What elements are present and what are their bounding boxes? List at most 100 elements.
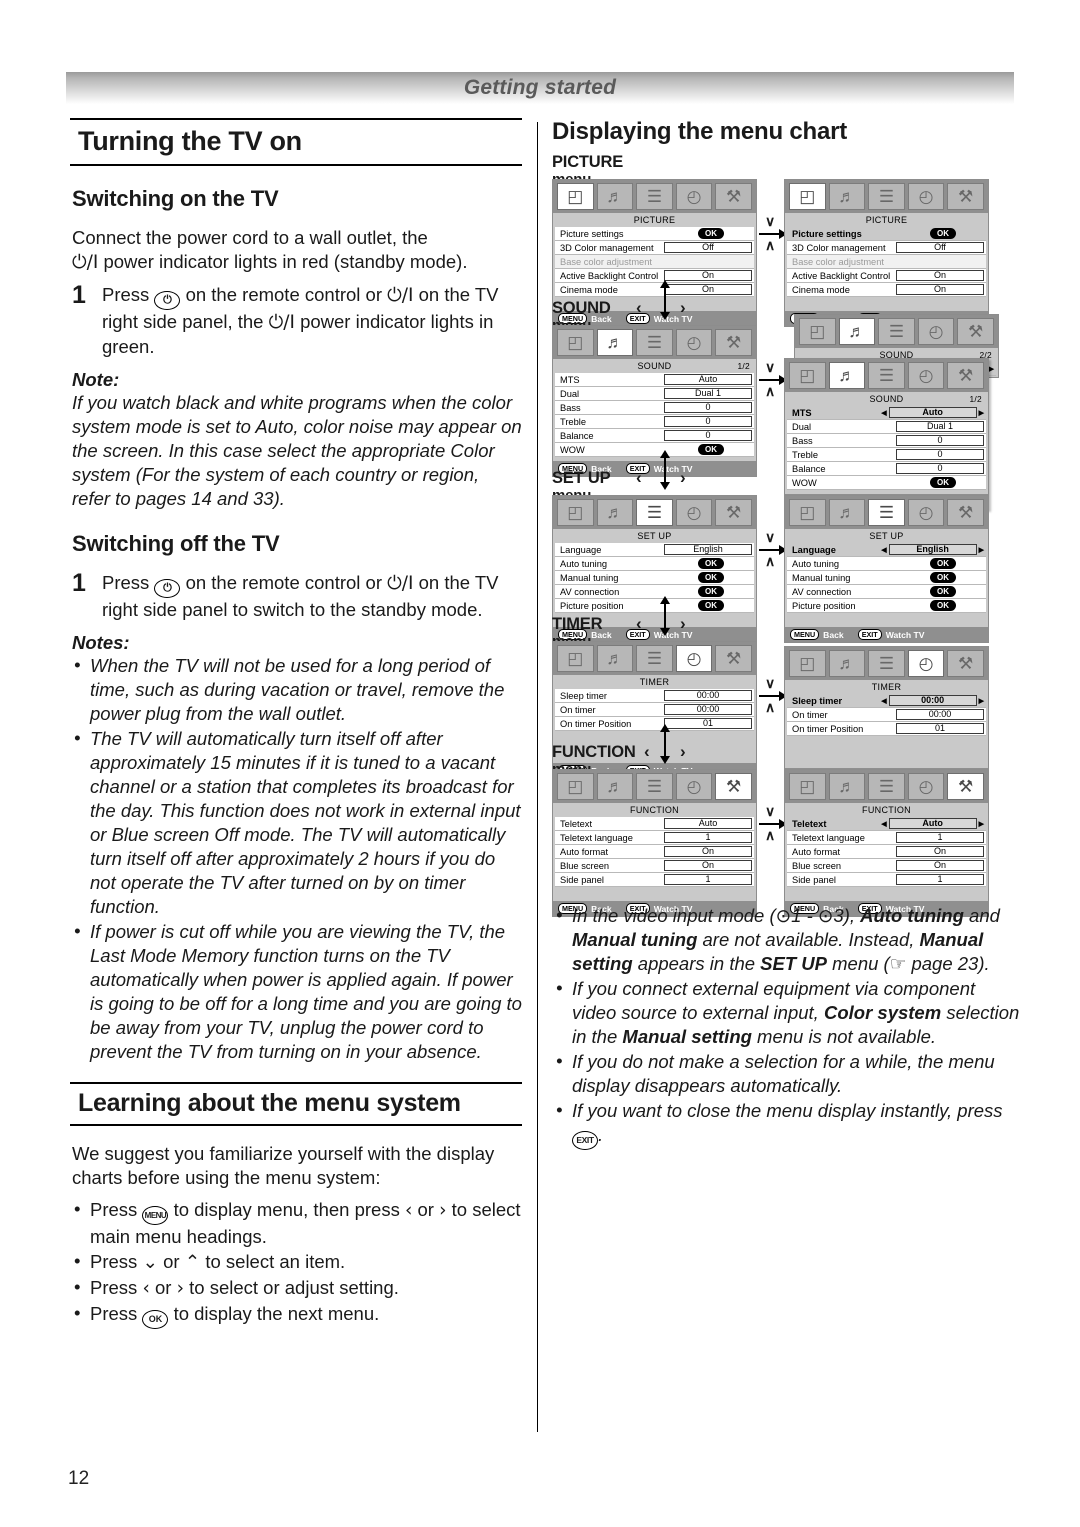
chevron-right-icon[interactable]: ▶ <box>979 820 984 828</box>
nav-right-icon[interactable]: › <box>680 298 686 318</box>
osd-row-value[interactable]: 0 <box>664 402 752 413</box>
osd-row-value[interactable]: On <box>664 846 752 857</box>
osd-ok-badge[interactable]: OK <box>698 600 724 611</box>
picture-icon[interactable]: ◰ <box>789 499 826 526</box>
osd-menu-row[interactable]: Picture position OK <box>787 599 986 613</box>
nav-up-icon[interactable]: ∧ <box>765 384 775 398</box>
osd-menu-row[interactable]: Teletext Auto <box>555 817 754 831</box>
osd-row-value[interactable]: Auto <box>888 407 977 418</box>
osd-ok-badge[interactable]: OK <box>930 572 956 583</box>
function-icon[interactable]: ⚒ <box>947 362 984 389</box>
osd-ok-badge[interactable]: OK <box>930 600 956 611</box>
nav-down-icon[interactable]: ∨ <box>765 676 775 690</box>
osd-row-value[interactable]: 00:00 <box>896 709 984 720</box>
osd-menu-row[interactable]: Bass 0 <box>555 401 754 415</box>
function-icon[interactable]: ⚒ <box>947 183 984 210</box>
osd-row-value[interactable]: 1 <box>896 832 984 843</box>
timer-icon[interactable]: ◴ <box>675 329 713 356</box>
picture-icon[interactable]: ◰ <box>557 645 594 672</box>
nav-up-icon[interactable]: ∧ <box>765 554 775 568</box>
osd-menu-row[interactable]: Treble 0 <box>787 448 986 462</box>
function-icon[interactable]: ⚒ <box>715 499 752 526</box>
osd-menu-row[interactable]: Auto format On <box>787 845 986 859</box>
nav-up-icon[interactable]: ∧ <box>765 828 775 842</box>
chevron-right-icon[interactable]: ▶ <box>979 409 984 417</box>
osd-ok-badge[interactable]: OK <box>698 558 724 569</box>
osd-menu-row[interactable]: Dual Dual 1 <box>787 420 986 434</box>
sound-icon[interactable]: ♬ <box>828 773 866 800</box>
picture-icon[interactable]: ◰ <box>557 329 594 356</box>
setup-icon[interactable]: ☰ <box>636 499 673 526</box>
osd-ok-badge[interactable]: OK <box>930 558 956 569</box>
osd-menu-row[interactable]: Auto format On <box>555 845 754 859</box>
osd-row-value[interactable]: On <box>664 860 752 871</box>
osd-menu-row[interactable]: Picture settings OK <box>787 227 986 241</box>
osd-row-value[interactable]: Dual 1 <box>664 388 752 399</box>
osd-ok-badge[interactable]: OK <box>698 228 724 239</box>
osd-row-value[interactable]: On <box>896 860 984 871</box>
osd-menu-row[interactable]: Picture settings OK <box>555 227 754 241</box>
osd-menu-row[interactable]: Manual tuning OK <box>555 571 754 585</box>
setup-icon[interactable]: ☰ <box>636 183 673 210</box>
osd-row-value[interactable]: Off <box>896 242 984 253</box>
osd-menu-row[interactable]: Balance 0 <box>555 429 754 443</box>
osd-menu-row[interactable]: 3D Color management Off <box>787 241 986 255</box>
osd-row-value[interactable]: On <box>896 270 984 281</box>
osd-menu-row[interactable]: On timer 00:00 <box>787 708 986 722</box>
timer-icon[interactable]: ◴ <box>907 773 945 800</box>
osd-menu-row[interactable]: Blue screen On <box>787 859 986 873</box>
nav-down-icon[interactable]: ∨ <box>765 360 775 374</box>
setup-icon[interactable]: ☰ <box>636 645 673 672</box>
osd-row-value[interactable]: On <box>664 284 752 295</box>
setup-icon[interactable]: ☰ <box>636 329 673 356</box>
osd-menu-row[interactable]: Sleep timer ◀ 00:00 ▶ <box>787 694 986 708</box>
picture-icon[interactable]: ◰ <box>789 650 826 677</box>
osd-row-value[interactable]: Auto <box>664 374 752 385</box>
nav-down-icon[interactable]: ∨ <box>765 804 775 818</box>
osd-menu-row[interactable]: Language English <box>555 543 754 557</box>
timer-icon[interactable]: ◴ <box>907 362 945 389</box>
nav-right-icon[interactable]: › <box>680 614 686 634</box>
function-icon[interactable]: ⚒ <box>957 318 994 345</box>
sound-icon[interactable]: ♬ <box>838 318 876 345</box>
osd-menu-row[interactable]: AV connection OK <box>555 585 754 599</box>
osd-row-value[interactable]: 0 <box>896 435 984 446</box>
sound-icon[interactable]: ♬ <box>828 362 866 389</box>
osd-menu-row[interactable]: Picture position OK <box>555 599 754 613</box>
osd-row-value[interactable]: On <box>896 284 984 295</box>
nav-down-icon[interactable]: ∨ <box>765 214 775 228</box>
picture-icon[interactable]: ◰ <box>557 183 594 210</box>
osd-menu-row[interactable]: Treble 0 <box>555 415 754 429</box>
osd-ok-badge[interactable]: OK <box>930 586 956 597</box>
sound-icon[interactable]: ♬ <box>828 499 866 526</box>
setup-icon[interactable]: ☰ <box>868 183 905 210</box>
osd-row-value[interactable]: 00:00 <box>664 704 752 715</box>
timer-icon[interactable]: ◴ <box>675 183 713 210</box>
osd-menu-row[interactable]: Auto tuning OK <box>787 557 986 571</box>
function-icon[interactable]: ⚒ <box>715 773 752 800</box>
osd-row-value[interactable]: On <box>664 270 752 281</box>
osd-row-value[interactable]: English <box>664 544 752 555</box>
osd-row-value[interactable]: Auto <box>888 818 977 829</box>
function-icon[interactable]: ⚒ <box>715 645 752 672</box>
timer-icon[interactable]: ◴ <box>675 773 713 800</box>
function-icon[interactable]: ⚒ <box>947 499 984 526</box>
function-icon[interactable]: ⚒ <box>715 329 752 356</box>
nav-up-icon[interactable]: ∧ <box>765 700 775 714</box>
osd-menu-row[interactable]: AV connection OK <box>787 585 986 599</box>
osd-menu-row[interactable]: Teletext language 1 <box>787 831 986 845</box>
osd-menu-row[interactable]: Cinema mode On <box>787 283 986 297</box>
osd-menu-row[interactable]: Teletext ◀ Auto ▶ <box>787 817 986 831</box>
osd-row-value[interactable]: 1 <box>664 874 752 885</box>
osd-row-value[interactable]: 01 <box>664 718 752 729</box>
timer-icon[interactable]: ◴ <box>907 650 945 677</box>
osd-ok-badge[interactable]: OK <box>930 228 956 239</box>
timer-icon[interactable]: ◴ <box>917 318 955 345</box>
picture-icon[interactable]: ◰ <box>799 318 836 345</box>
timer-icon[interactable]: ◴ <box>675 499 713 526</box>
osd-menu-row[interactable]: On timer Position 01 <box>787 722 986 736</box>
setup-icon[interactable]: ☰ <box>878 318 915 345</box>
chevron-right-icon[interactable]: ▶ <box>979 546 984 554</box>
osd-ok-badge[interactable]: OK <box>698 444 724 455</box>
osd-menu-row[interactable]: Teletext language 1 <box>555 831 754 845</box>
